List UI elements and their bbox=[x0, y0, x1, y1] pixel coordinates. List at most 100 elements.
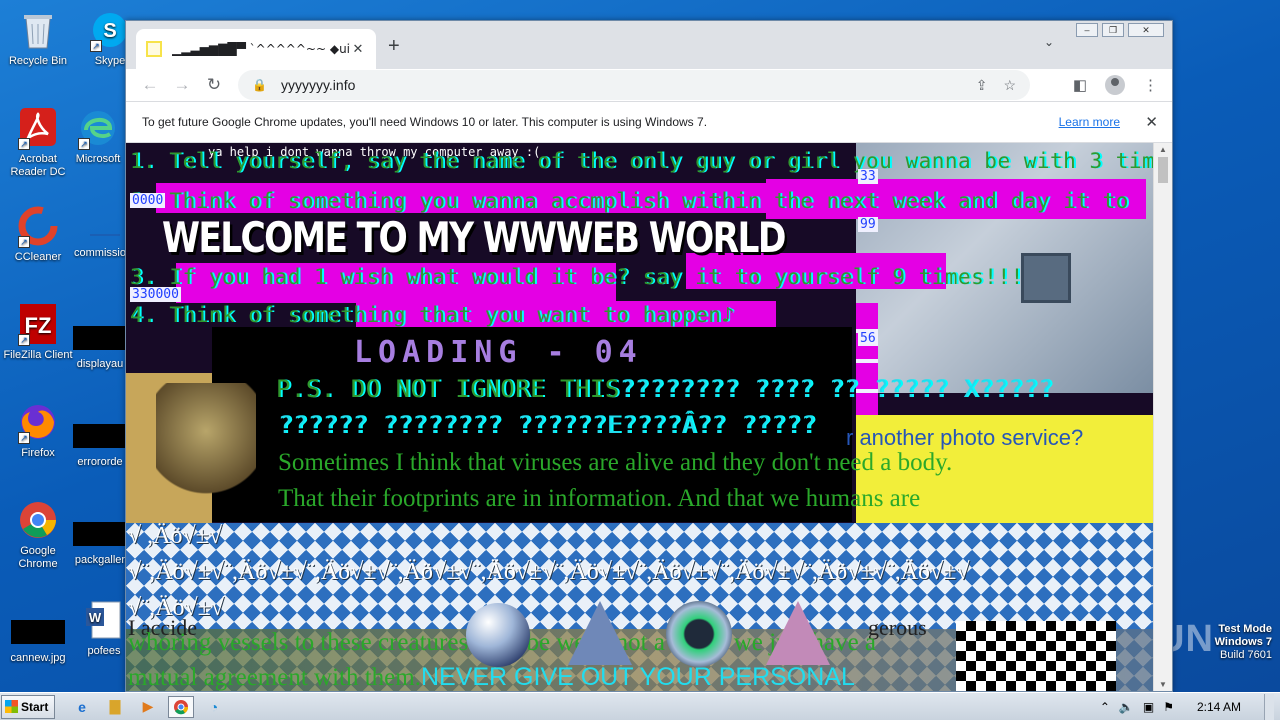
test-mode-watermark: Test Mode Windows 7 Build 7601 bbox=[1215, 623, 1272, 662]
page-scrollbar[interactable]: ▲ ▼ bbox=[1153, 143, 1172, 691]
volume-icon[interactable]: 🔈 bbox=[1119, 700, 1134, 714]
desktop-icon-cannew[interactable]: cannew.jpg bbox=[0, 610, 76, 665]
start-button[interactable]: Start bbox=[1, 694, 55, 719]
tab-strip: ▁▂▃▅▆▇█▀ `^^^^^~~ ◆ui▀▔▔ ✕ + ⌄ ‒ ❐ ✕ bbox=[126, 21, 1172, 69]
watermark-line2: Windows 7 bbox=[1214, 636, 1272, 648]
toolbar-right: ◧ ⋮ bbox=[1073, 75, 1158, 95]
loading-text: LOADING - 04 bbox=[354, 335, 643, 370]
instruction-line-2: 2. Think of something you wanna accmplis… bbox=[130, 189, 1129, 213]
action-center-flag-icon[interactable]: ⚑ bbox=[1163, 700, 1174, 714]
tab-close-icon[interactable]: ✕ bbox=[350, 41, 366, 57]
ps-warning: P.S. DO NOT IGNORE THIS???????? ???? ?? … bbox=[276, 375, 1053, 403]
virus-text-1: Sometimes I think that viruses are alive… bbox=[278, 449, 953, 476]
firefox-icon: ↗ bbox=[16, 400, 60, 444]
number-cell: 33 bbox=[858, 169, 878, 184]
photo-device-image bbox=[1021, 253, 1071, 303]
instruction-line-4: 4. Think of something that you want to h… bbox=[130, 303, 735, 327]
virus-text-4-content: mutual agreement with them. bbox=[128, 664, 421, 691]
chrome-window: ▁▂▃▅▆▇█▀ `^^^^^~~ ◆ui▀▔▔ ✕ + ⌄ ‒ ❐ ✕ ← →… bbox=[125, 20, 1173, 692]
gerous-text: gerous bbox=[868, 615, 927, 640]
maximize-button[interactable]: ❐ bbox=[1102, 23, 1124, 37]
sqrt-text-2: √¨,Äö√±√¨,Äö√±√¨,Äö√±√¨,Äö√±√¨,Äö√±√¨,Äö… bbox=[128, 559, 970, 585]
network-icon[interactable]: ▣ bbox=[1143, 700, 1154, 714]
taskbar: Start e ▇ ▶ ◔ ⌃ 🔈 ▣ ⚑ 2:14 AM bbox=[0, 692, 1280, 720]
chrome-taskbar-icon[interactable] bbox=[168, 695, 194, 718]
scroll-thumb[interactable] bbox=[1158, 157, 1168, 183]
svg-text:W: W bbox=[89, 610, 102, 625]
pofees-label: pofees bbox=[87, 645, 121, 657]
acrobat-icon: ↗ bbox=[16, 106, 60, 150]
edge-taskbar-icon[interactable]: ◔ bbox=[201, 696, 227, 718]
displayau-label: displayau bbox=[76, 358, 124, 370]
chrome-menu-icon[interactable]: ⋮ bbox=[1143, 76, 1158, 94]
edge-label: Microsoft bbox=[75, 153, 121, 165]
file-icon bbox=[78, 204, 122, 244]
word-document-icon: W bbox=[82, 598, 126, 642]
welcome-heading: WELCOME TO MY WWWEB WORLD bbox=[162, 213, 786, 262]
back-arrow-icon[interactable]: ← bbox=[134, 75, 166, 95]
redacted-file-icon bbox=[73, 522, 127, 546]
url-text[interactable]: yyyyyyy.info bbox=[281, 77, 960, 93]
chrome-icon bbox=[16, 498, 60, 542]
crystal-orb-image bbox=[466, 603, 530, 667]
ps-line: P.S. DO NOT IGNORE THIS bbox=[276, 375, 620, 403]
browser-toolbar: ← → ↻ 🔒 yyyyyyy.info ⇪ ☆ ◧ ⋮ bbox=[126, 69, 1172, 101]
ie-taskbar-icon[interactable]: e bbox=[69, 696, 95, 718]
number-cell: 0000 bbox=[130, 193, 166, 208]
minimize-button[interactable]: ‒ bbox=[1076, 23, 1098, 37]
virus-text-2: That their footprints are in information… bbox=[278, 485, 921, 512]
chrome-label: Google Chrome bbox=[18, 545, 58, 570]
browser-tab[interactable]: ▁▂▃▅▆▇█▀ `^^^^^~~ ◆ui▀▔▔ ✕ bbox=[136, 29, 376, 69]
recycle-bin-label: Recycle Bin bbox=[8, 55, 68, 67]
edge-icon: ↗ bbox=[76, 106, 120, 150]
virus-text-4: mutual agreement with them.NEVER GIVE OU… bbox=[128, 663, 855, 691]
update-infobar: To get future Google Chrome updates, you… bbox=[126, 101, 1172, 143]
ccleaner-icon: ↗ bbox=[16, 204, 60, 248]
address-bar[interactable]: 🔒 yyyyyyy.info ⇪ ☆ bbox=[238, 70, 1030, 100]
favicon-icon bbox=[146, 41, 162, 57]
errororde-label: errororde bbox=[77, 456, 123, 468]
profile-avatar-icon[interactable] bbox=[1105, 75, 1125, 95]
watermark-line1: Test Mode bbox=[1218, 623, 1272, 635]
sqrt-text-1: √ ,Äö√±√ bbox=[128, 523, 223, 549]
watermark-line3: Build 7601 bbox=[1220, 649, 1272, 661]
forward-arrow-icon[interactable]: → bbox=[166, 75, 198, 95]
instruction-line-1: 1. Tell yourself, say the name of the on… bbox=[130, 149, 1154, 173]
scroll-down-icon[interactable]: ▼ bbox=[1159, 680, 1167, 689]
show-desktop-button[interactable] bbox=[1264, 694, 1274, 720]
learn-more-link[interactable]: Learn more bbox=[1059, 115, 1120, 129]
redacted-file-icon bbox=[73, 326, 127, 350]
infobar-close-icon[interactable]: ✕ bbox=[1145, 113, 1158, 131]
web-page: ya help i dont wanna throw my computer a… bbox=[126, 143, 1154, 691]
ccleaner-label: CCleaner bbox=[14, 251, 62, 263]
clock[interactable]: 2:14 AM bbox=[1197, 700, 1241, 714]
bookmark-star-icon[interactable]: ☆ bbox=[1003, 77, 1016, 94]
skype-label: Skype bbox=[94, 55, 126, 67]
firefox-label: Firefox bbox=[21, 447, 55, 459]
redacted-file-icon bbox=[11, 620, 65, 644]
new-tab-button[interactable]: + bbox=[388, 35, 400, 58]
share-icon[interactable]: ⇪ bbox=[976, 77, 988, 94]
svg-text:S: S bbox=[103, 20, 116, 42]
windows-flag-icon bbox=[5, 700, 18, 713]
recycle-bin-icon bbox=[16, 8, 60, 52]
tray-expand-icon[interactable]: ⌃ bbox=[1100, 700, 1110, 714]
photo-service-text: r another photo service? bbox=[846, 425, 1084, 450]
reload-icon[interactable]: ↻ bbox=[198, 75, 230, 95]
side-panel-icon[interactable]: ◧ bbox=[1073, 76, 1087, 94]
tab-search-chevron-icon[interactable]: ⌄ bbox=[1044, 35, 1054, 49]
close-window-button[interactable]: ✕ bbox=[1128, 23, 1164, 37]
number-cell: 56 bbox=[858, 331, 878, 346]
crystal-pyramid-image bbox=[766, 601, 830, 665]
desktop-icon-recycle-bin[interactable]: Recycle Bin bbox=[0, 8, 76, 68]
window-controls: ‒ ❐ ✕ bbox=[1076, 23, 1164, 37]
scroll-up-icon[interactable]: ▲ bbox=[1159, 145, 1167, 154]
redacted-file-icon bbox=[73, 424, 127, 448]
start-label: Start bbox=[21, 699, 49, 714]
media-player-taskbar-icon[interactable]: ▶ bbox=[135, 696, 161, 718]
garbled-text-1: ???????? ???? ?? ????? X????? bbox=[619, 375, 1054, 403]
lock-icon: 🔒 bbox=[252, 78, 267, 92]
crystal-ring-image bbox=[666, 601, 732, 667]
explorer-taskbar-icon[interactable]: ▇ bbox=[102, 696, 128, 718]
commission-label: commissio bbox=[74, 247, 126, 259]
